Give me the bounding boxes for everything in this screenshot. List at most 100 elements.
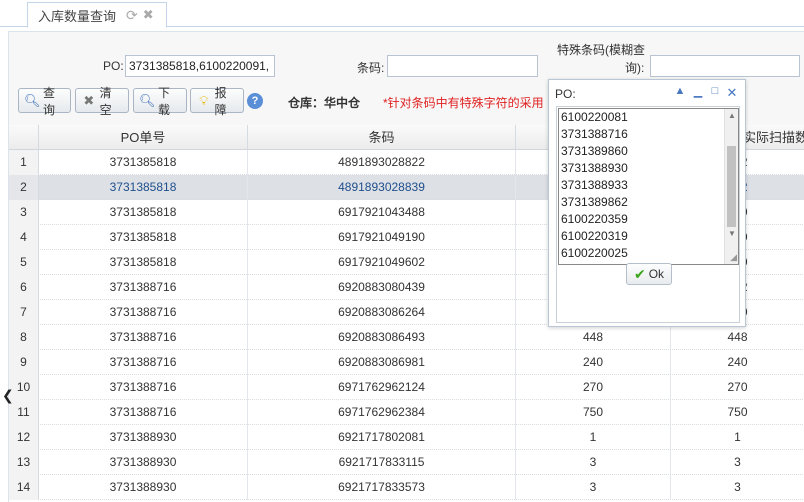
row-number: 1 [9,150,39,175]
cell-po: 3731388716 [39,300,248,325]
cell-po: 3731385818 [39,200,248,225]
textarea-line: 3731388930 [561,161,628,175]
textarea-line: 6100220319 [561,229,628,243]
popup-body: 6100220081 3731388716 3731389860 3731388930… [556,106,740,323]
cell-scan-count: 3 [671,475,804,500]
cell-qty: 1 [516,425,671,450]
cell-po: 3731388716 [39,375,248,400]
collapse-arrow-icon[interactable]: ❮ [2,387,14,404]
tab-inbound-query[interactable]: 入库数量查询 ⟳ ✖ [27,2,167,28]
po-popup-window: PO: ▲ ▁ □ ✕ 6100220081 3731388716 37313898… [548,79,746,327]
ok-button-label: Ok [648,267,665,281]
scroll-down-icon[interactable]: ▼ [728,229,736,238]
table-row[interactable]: 8 3731388716 6920883086493 448 448 [9,325,804,350]
cell-po: 3731388716 [39,325,248,350]
scroll-thumb[interactable] [727,146,736,227]
textarea-line: 6100220359 [561,212,628,226]
minimize-icon[interactable]: ▁ [692,85,704,98]
check-icon: ✔ [633,265,646,282]
cell-barcode: 6921717833115 [248,450,516,475]
cell-po: 3731388716 [39,275,248,300]
maximize-icon[interactable]: □ [709,85,721,97]
tab-title: 入库数量查询 [38,8,117,24]
cell-barcode: 6971762962384 [248,400,516,425]
row-number: 12 [9,425,39,450]
cell-qty: 240 [516,350,671,375]
cell-barcode: 6921717833573 [248,475,516,500]
cell-po: 3731385818 [39,250,248,275]
warehouse-label: 仓库：华中仓 [288,96,361,110]
cell-barcode: 6920883086981 [248,350,516,375]
cell-scan-count: 750 [671,400,804,425]
cell-qty: 3 [516,450,671,475]
query-button[interactable]: 🔍︎ 查询 [18,86,71,117]
help-icon[interactable]: ? [247,93,263,109]
po-textarea[interactable]: 6100220081 3731388716 3731389860 3731388930… [558,108,739,265]
cell-po: 3731388930 [39,425,248,450]
popup-title: PO: [555,87,576,101]
row-number: 13 [9,450,39,475]
po-label: PO: [103,59,124,73]
textarea-line: 3731388933 [561,178,628,192]
table-row[interactable]: 13 3731388930 6921717833115 3 3 [9,450,804,475]
cell-qty: 270 [516,375,671,400]
cell-barcode: 4891893028839 [248,175,516,200]
query-button-label: 查询 [43,85,56,117]
cell-scan-count: 270 [671,375,804,400]
cell-barcode: 6920883086493 [248,325,516,350]
lightbulb-icon: 💡︎ [199,92,209,108]
row-number: 5 [9,250,39,275]
cell-qty: 3 [516,475,671,500]
popup-header: PO: ▲ ▁ □ ✕ [549,80,745,106]
cell-po: 3731385818 [39,150,248,175]
row-number: 8 [9,325,39,350]
cell-scan-count: 3 [671,450,804,475]
download-button[interactable]: 🔍︎ 下载 [133,86,187,117]
cell-scan-count: 1 [671,425,804,450]
ok-button[interactable]: ✔ Ok [626,263,672,285]
barcode-input[interactable] [387,55,538,77]
close-icon[interactable]: ✖ [143,7,154,23]
refresh-icon[interactable]: ⟳ [126,7,138,24]
report-button[interactable]: 💡︎ 报障 [190,86,244,117]
cell-qty: 448 [516,325,671,350]
report-button-label: 报障 [214,85,227,117]
cell-po: 3731385818 [39,175,248,200]
textarea-scrollbar[interactable]: ▲ ▼ [724,109,738,264]
row-number: 7 [9,300,39,325]
scroll-up-icon[interactable]: ▲ [728,111,736,120]
special-char-warning: *针对条码中有特殊字符的采用 [383,96,544,110]
table-row[interactable]: 10 3731388716 6971762962124 270 270 [9,375,804,400]
table-row[interactable]: 9 3731388716 6920883086981 240 240 [9,350,804,375]
cell-po: 3731388930 [39,450,248,475]
cell-po: 3731388930 [39,475,248,500]
row-number: 6 [9,275,39,300]
cell-po: 3731388716 [39,350,248,375]
close-icon[interactable]: ✕ [726,85,738,101]
cell-barcode: 4891893028822 [248,150,516,175]
cell-barcode: 6917921049190 [248,225,516,250]
collapse-up-icon[interactable]: ▲ [674,85,686,97]
cell-po: 3731388716 [39,400,248,425]
special-barcode-input[interactable] [650,55,800,77]
table-row[interactable]: 14 3731388930 6921717833573 3 3 [9,475,804,500]
textarea-line: 3731389862 [561,195,628,209]
textarea-line: 3731389860 [561,144,628,158]
row-number: 4 [9,225,39,250]
textarea-line: 6100220025 [561,246,628,260]
row-number: 3 [9,200,39,225]
resize-grip-icon[interactable]: ◢ [730,252,737,263]
cell-barcode: 6920883086264 [248,300,516,325]
header-barcode[interactable]: 条码 [248,125,516,150]
table-row[interactable]: 12 3731388930 6921717802081 1 1 [9,425,804,450]
clear-button-label: 清空 [99,85,112,117]
clear-button[interactable]: ✖ 清空 [75,86,129,117]
barcode-label: 条码: [357,61,385,75]
header-po[interactable]: PO单号 [39,125,248,150]
po-input[interactable] [125,55,275,77]
cell-barcode: 6971762962124 [248,375,516,400]
table-row[interactable]: 11 3731388716 6971762962384 750 750 [9,400,804,425]
cell-barcode: 6917921043488 [248,200,516,225]
row-number: 9 [9,350,39,375]
row-number: 2 [9,175,39,200]
